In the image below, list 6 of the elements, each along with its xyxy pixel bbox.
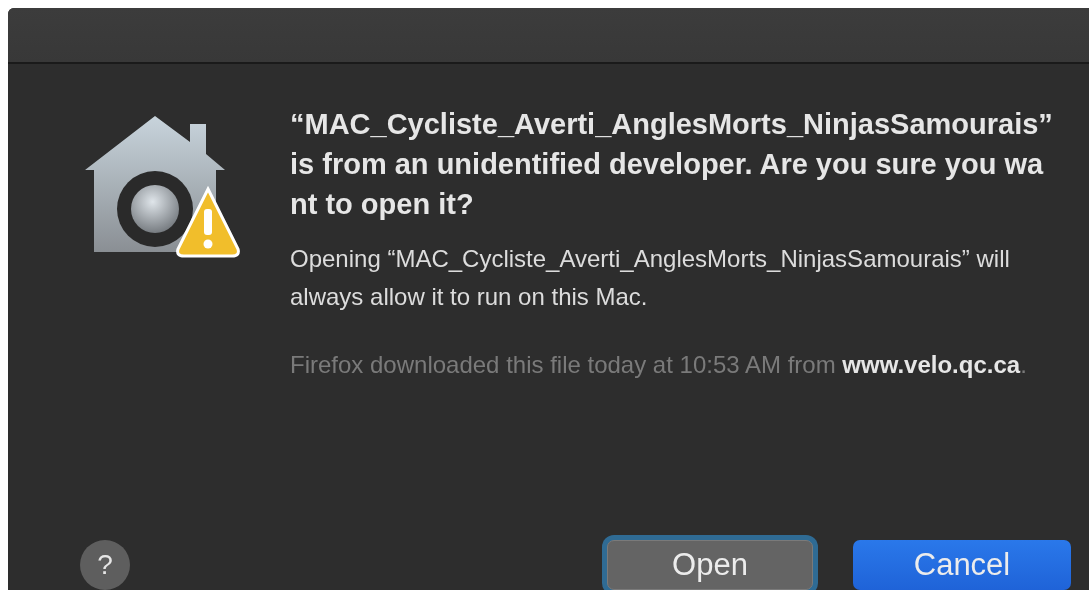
source-link[interactable]: www.velo.qc.ca: [842, 351, 1021, 378]
default-button[interactable]: Cancel: [853, 540, 1071, 590]
download-source-text: Firefox downloaded this file today at 10:53 AM from www.velo.qc.ca.: [290, 350, 1028, 380]
help-button[interactable]: ?: [80, 540, 130, 590]
dialog-title: “MAC_Cycliste_Averti_AnglesMorts_NinjasSamourais” is from an unidentified developer. Are you sure you want to open it?: [290, 107, 1054, 222]
dialog-message: Opening “MAC_Cycliste_Averti_AnglesMorts_NinjasSamourais” will always allow it to run on this Mac.: [290, 244, 1011, 312]
